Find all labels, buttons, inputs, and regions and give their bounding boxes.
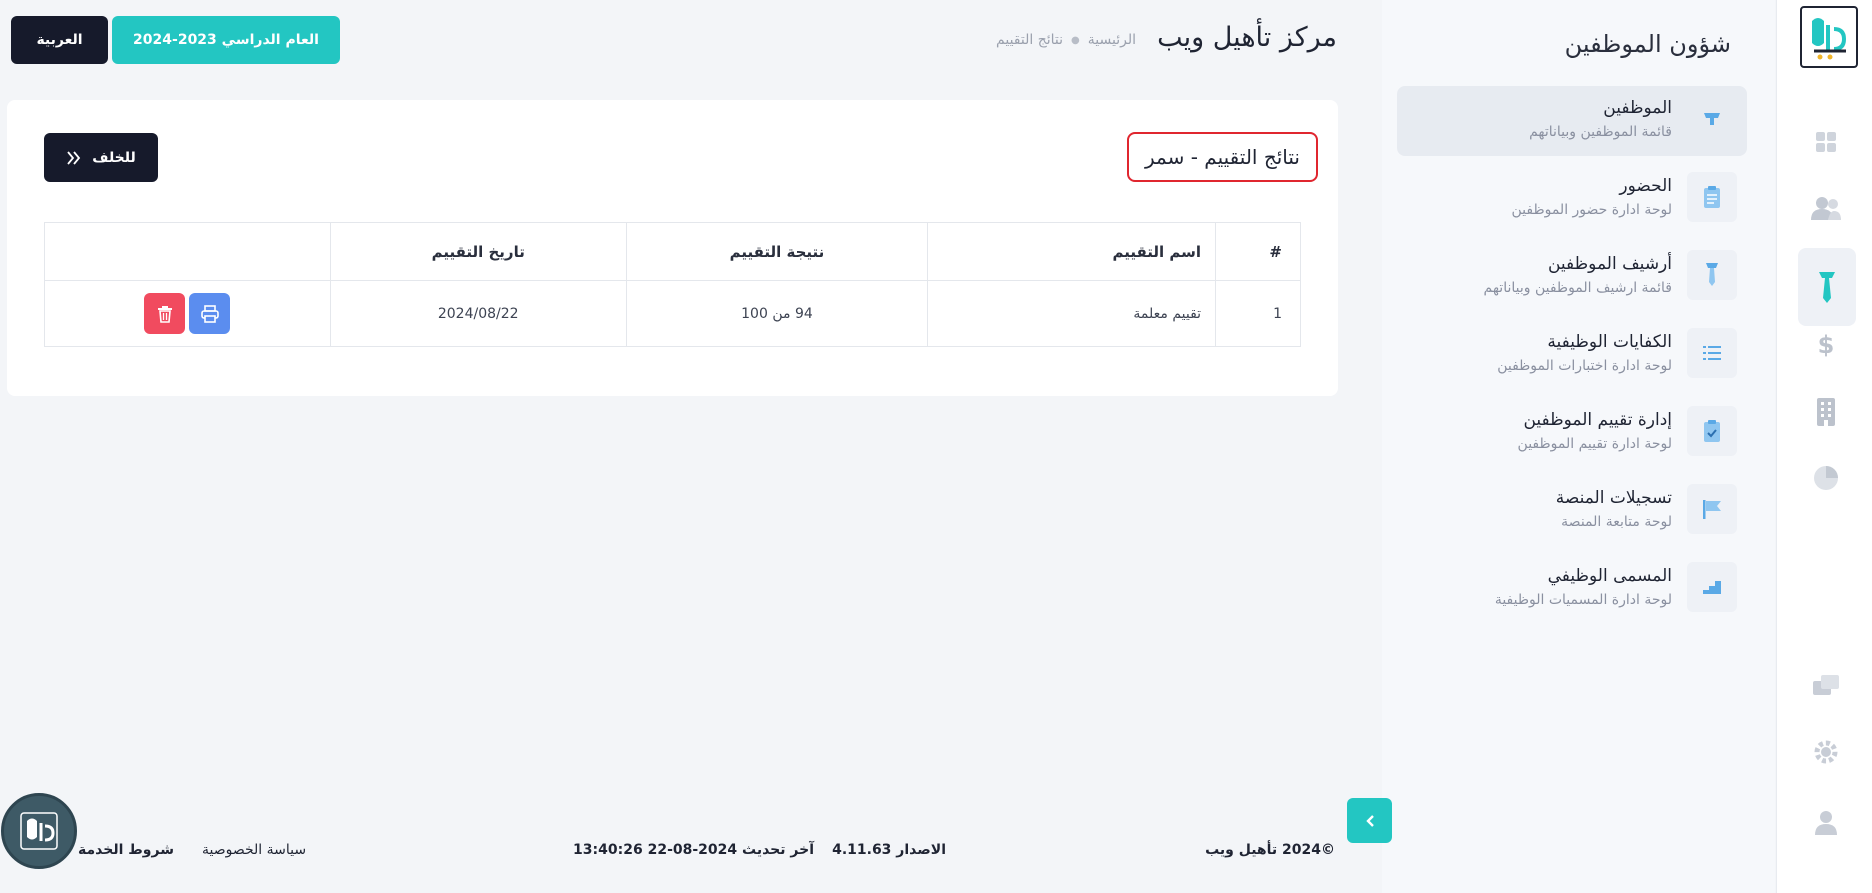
sidebar-item-subtitle: لوحة متابعة المنصة — [1561, 514, 1672, 530]
grid-icon — [1816, 132, 1836, 152]
cell-name: تقييم معلمة — [927, 280, 1217, 347]
back-button-label: للخلف — [92, 149, 136, 166]
rail-employees[interactable] — [1798, 248, 1856, 326]
results-card: نتائج التقييم - سمر للخلف # اسم التقييم … — [7, 100, 1338, 396]
footer-privacy-link[interactable]: سياسة الخصوصية — [202, 842, 306, 858]
support-chat-button[interactable] — [1, 793, 77, 869]
sidebar-item-title: الكفايات الوظيفية — [1547, 332, 1672, 352]
sidebar-item-title: تسجيلات المنصة — [1555, 488, 1672, 508]
sidebar-item-competencies[interactable]: الكفايات الوظيفية لوحة ادارة اختبارات ال… — [1397, 320, 1747, 390]
rail-finance[interactable]: $ — [1802, 320, 1850, 368]
trash-icon — [157, 305, 172, 323]
sidebar-item-title: الحضور — [1619, 176, 1672, 196]
svg-text:$: $ — [1818, 331, 1835, 358]
breadcrumb-current: نتائج التقييم — [996, 32, 1064, 48]
sidebar-item-job-title[interactable]: المسمى الوظيفي لوحة ادارة المسميات الوظي… — [1397, 554, 1747, 624]
clipboard-check-icon — [1687, 406, 1737, 456]
print-button[interactable] — [189, 293, 231, 334]
page-title: مركز تأهيل ويب — [1157, 22, 1337, 53]
user-icon — [1815, 811, 1837, 835]
flag-icon — [1687, 484, 1737, 534]
logo-mark-icon — [20, 812, 58, 850]
row-actions — [45, 293, 330, 334]
rail-reports[interactable] — [1802, 454, 1850, 502]
dollar-icon: $ — [1818, 331, 1835, 358]
cell-number: 1 — [1215, 280, 1301, 347]
sidebar-item-subtitle: لوحة ادارة المسميات الوظيفية — [1494, 592, 1672, 608]
tie-icon — [1687, 250, 1737, 300]
sidebar-item-employees[interactable]: الموظفين قائمة الموظفين وبياناتهم — [1397, 86, 1747, 156]
chat-icon — [1813, 675, 1839, 695]
column-header-actions — [44, 222, 331, 281]
double-chevron-icon — [67, 150, 81, 165]
list-icon — [1687, 328, 1737, 378]
tie-icon — [1819, 272, 1835, 303]
academic-year-button[interactable]: العام الدراسي 2023-2024 — [112, 16, 340, 64]
column-header-number: # — [1215, 222, 1301, 281]
sidebar-item-subtitle: لوحة ادارة تقييم الموظفين — [1517, 436, 1672, 452]
sidebar-item-attendance[interactable]: الحضور لوحة ادارة حضور الموظفين — [1397, 164, 1747, 234]
column-header-name: اسم التقييم — [927, 222, 1217, 281]
breadcrumb-home[interactable]: الرئيسية — [1088, 32, 1136, 48]
sidebar-item-subtitle: لوحة ادارة اختبارات الموظفين — [1497, 358, 1672, 374]
cell-result: 94 من 100 — [625, 280, 929, 347]
clipboard-icon — [1687, 172, 1737, 222]
sidebar-item-evaluation[interactable]: إدارة تقييم الموظفين لوحة ادارة تقييم ال… — [1397, 398, 1747, 468]
sidebar-item-title: الموظفين — [1603, 98, 1672, 118]
sidebar-item-archive[interactable]: أرشيف الموظفين قائمة ارشيف الموظفين وبيا… — [1397, 242, 1747, 312]
footer-version: الاصدار 4.11.63 — [832, 842, 946, 858]
stairs-icon — [1687, 562, 1737, 612]
logo-mark-icon — [1812, 18, 1847, 60]
rail-messages[interactable] — [1802, 662, 1850, 710]
printer-icon — [201, 304, 219, 323]
rail-settings[interactable] — [1802, 728, 1850, 776]
breadcrumb: الرئيسية ● نتائج التقييم — [996, 32, 1136, 48]
icon-rail: $ — [1776, 0, 1872, 893]
rail-users[interactable] — [1802, 184, 1850, 232]
sidebar-item-platform-logs[interactable]: تسجيلات المنصة لوحة متابعة المنصة — [1397, 476, 1747, 546]
rail-dashboard[interactable] — [1802, 118, 1850, 166]
app-logo[interactable] — [1800, 6, 1858, 68]
table-row: 1 تقييم معلمة 94 من 100 2024/08/22 — [44, 280, 1301, 347]
table-header-row: # اسم التقييم نتيجة التقييم تاريخ التقيي… — [44, 222, 1301, 281]
cell-actions — [44, 280, 331, 347]
chevron-left-icon — [1365, 814, 1374, 827]
language-button[interactable]: العربية — [11, 16, 108, 64]
building-icon — [1817, 398, 1835, 426]
rail-building[interactable] — [1802, 388, 1850, 436]
footer-terms-link[interactable]: شروط الخدمة — [78, 842, 174, 858]
sidebar-item-title: أرشيف الموظفين — [1547, 254, 1672, 274]
sidebar-item-subtitle: لوحة ادارة حضور الموظفين — [1511, 202, 1673, 218]
card-title: نتائج التقييم - سمر — [1127, 132, 1318, 182]
results-table: # اسم التقييم نتيجة التقييم تاريخ التقيي… — [44, 222, 1301, 347]
rail-profile[interactable] — [1802, 798, 1850, 846]
sidebar-panel: شؤون الموظفين الموظفين قائمة الموظفين وب… — [1382, 0, 1775, 893]
users-icon — [1811, 197, 1841, 220]
sidebar-item-subtitle: قائمة الموظفين وبياناتهم — [1529, 124, 1672, 140]
delete-button[interactable] — [144, 293, 186, 334]
sidebar-item-title: إدارة تقييم الموظفين — [1523, 410, 1672, 430]
back-button[interactable]: للخلف — [44, 133, 158, 182]
cell-date: 2024/08/22 — [329, 280, 627, 347]
gear-icon — [1814, 740, 1838, 764]
column-header-result: نتيجة التقييم — [625, 222, 929, 281]
pie-chart-icon — [1814, 466, 1838, 490]
footer-copyright: ©2024 تأهيل ويب — [1205, 842, 1335, 858]
tie-icon — [1687, 94, 1737, 144]
sidebar-item-subtitle: قائمة ارشيف الموظفين وبياناتهم — [1483, 280, 1672, 296]
sidebar-item-title: المسمى الوظيفي — [1547, 566, 1672, 586]
sidebar-toggle-button[interactable] — [1347, 798, 1392, 843]
footer-last-update: آخر تحديث 2024-08-22 13:40:26 — [573, 842, 814, 858]
sidebar-title: شؤون الموظفين — [1564, 30, 1731, 58]
breadcrumb-separator: ● — [1071, 34, 1080, 46]
column-header-date: تاريخ التقييم — [329, 222, 627, 281]
